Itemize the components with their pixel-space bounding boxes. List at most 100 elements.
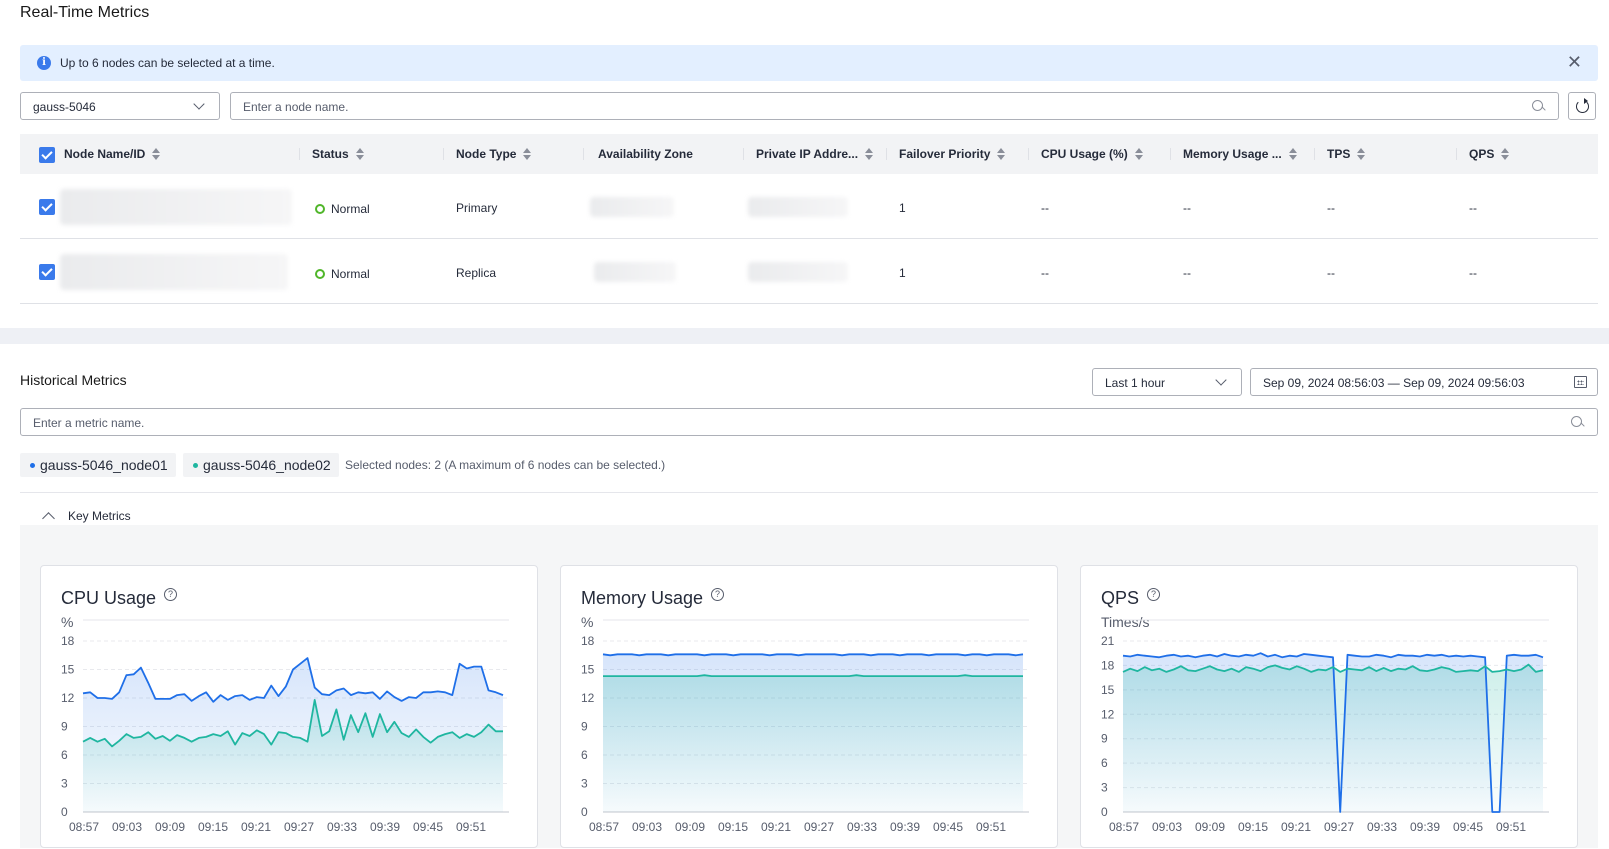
select-all-checkbox[interactable] [39, 147, 55, 163]
x-tick-label: 09:03 [632, 820, 662, 834]
refresh-button[interactable] [1568, 92, 1596, 120]
col-node-name[interactable]: Node Name/ID [64, 147, 161, 161]
chart-card-memory-usage: Memory Usage?% 0 3 6 9 12 15 18 08:57 09:03 09:09 0… [560, 565, 1058, 848]
col-failover-priority[interactable]: Failover Priority [899, 147, 1006, 161]
close-icon[interactable]: ✕ [1567, 53, 1582, 71]
time-range-select[interactable]: Last 1 hour [1092, 368, 1242, 396]
y-tick-label: 18 [1101, 658, 1115, 672]
x-tick-label: 09:15 [718, 820, 748, 834]
metric-search-placeholder: Enter a metric name. [33, 416, 145, 430]
x-tick-label: 08:57 [1109, 820, 1139, 834]
date-range-picker[interactable]: Sep 09, 2024 08:56:03 — Sep 09, 2024 09:… [1250, 368, 1598, 396]
x-tick-label: 09:15 [198, 820, 228, 834]
sort-icon [151, 147, 161, 160]
row-checkbox[interactable] [39, 264, 55, 280]
az-redacted [594, 262, 676, 282]
node-tag[interactable]: gauss-5046_node02 [183, 453, 339, 477]
series-line-gauss-5046_node02[interactable] [603, 674, 1023, 677]
y-tick-label: 3 [1101, 781, 1108, 795]
x-tick-label: 09:03 [112, 820, 142, 834]
table-row: Normal Primary 1 -- -- -- -- [20, 175, 1598, 239]
x-tick-label: 09:45 [413, 820, 443, 834]
y-tick-label: 0 [61, 805, 68, 819]
node-search-input[interactable]: Enter a node name. [230, 92, 1559, 120]
y-tick-label: 6 [1101, 756, 1108, 770]
info-icon: i [37, 56, 51, 70]
qps: -- [1469, 201, 1477, 215]
y-unit-label: % [61, 614, 73, 630]
y-tick-label: 18 [61, 634, 75, 648]
col-memory-usage[interactable]: Memory Usage ... [1183, 147, 1298, 161]
realtime-section: Real-Time Metrics i Up to 6 nodes can be… [0, 0, 1609, 328]
sort-icon [1500, 147, 1510, 160]
y-tick-label: 0 [1101, 805, 1108, 819]
row-checkbox[interactable] [39, 199, 55, 215]
status-ok-icon [315, 204, 325, 214]
col-private-ip[interactable]: Private IP Addre... [756, 147, 874, 161]
node-type: Replica [456, 266, 497, 280]
x-tick-label: 09:09 [675, 820, 705, 834]
chart-svg: % 0 3 6 9 12 15 18 08:57 09:03 09:09 09:15 09:21 09:2… [61, 614, 509, 834]
status-ok-icon [315, 269, 325, 279]
y-tick-label: 3 [61, 777, 68, 791]
memory-usage: -- [1183, 201, 1191, 215]
alert-text: Up to 6 nodes can be selected at a time. [60, 56, 275, 70]
ip-redacted [748, 262, 848, 282]
sort-icon [864, 147, 874, 160]
x-tick-label: 09:21 [1281, 820, 1311, 834]
x-tick-label: 09:09 [1195, 820, 1225, 834]
search-icon[interactable] [1532, 100, 1544, 112]
x-tick-label: 09:39 [1410, 820, 1440, 834]
search-icon[interactable] [1571, 416, 1583, 428]
x-tick-label: 09:51 [1496, 820, 1526, 834]
node-name-redacted [60, 254, 288, 290]
node-tag[interactable]: gauss-5046_node01 [20, 453, 176, 477]
col-tps[interactable]: TPS [1327, 147, 1366, 161]
x-tick-label: 09:03 [1152, 820, 1182, 834]
col-node-type[interactable]: Node Type [456, 147, 532, 161]
divider [20, 492, 1598, 493]
x-tick-label: 09:15 [1238, 820, 1268, 834]
x-tick-label: 09:09 [155, 820, 185, 834]
sort-icon [522, 147, 532, 160]
metric-search-input[interactable]: Enter a metric name. [20, 408, 1598, 436]
sort-icon [355, 147, 365, 160]
info-alert: i Up to 6 nodes can be selected at a tim… [20, 45, 1598, 81]
status-normal: Normal [315, 202, 370, 216]
chevron-down-icon [193, 98, 205, 110]
x-tick-label: 08:57 [69, 820, 99, 834]
x-tick-label: 09:33 [1367, 820, 1397, 834]
x-tick-label: 09:27 [284, 820, 314, 834]
y-tick-label: 9 [581, 720, 588, 734]
col-availability-zone: Availability Zone [598, 147, 693, 161]
chevron-up-icon [42, 512, 55, 525]
status-normal: Normal [315, 267, 370, 281]
series-area-2 [1123, 664, 1543, 812]
x-tick-label: 09:21 [761, 820, 791, 834]
cpu-usage: -- [1041, 201, 1049, 215]
y-tick-label: 15 [61, 663, 75, 677]
calendar-icon[interactable] [1574, 376, 1587, 388]
col-cpu-usage[interactable]: CPU Usage (%) [1041, 147, 1144, 161]
y-tick-label: 9 [61, 720, 68, 734]
sort-icon [1288, 147, 1298, 160]
chart-svg: Times/s 0 3 6 9 12 15 18 21 08:57 09:03 09:09 09:15 0… [1101, 614, 1549, 834]
x-tick-label: 09:33 [327, 820, 357, 834]
time-range-value: Last 1 hour [1105, 376, 1166, 390]
instance-select[interactable]: gauss-5046 [20, 92, 220, 120]
qps: -- [1469, 266, 1477, 280]
x-tick-label: 09:51 [976, 820, 1006, 834]
series-line-gauss-5046_node01[interactable] [602, 653, 1024, 657]
x-tick-label: 09:33 [847, 820, 877, 834]
y-tick-label: 0 [581, 805, 588, 819]
section-divider [0, 328, 1609, 344]
x-tick-label: 09:39 [370, 820, 400, 834]
col-qps[interactable]: QPS [1469, 147, 1510, 161]
cpu-usage: -- [1041, 266, 1049, 280]
tps: -- [1327, 266, 1335, 280]
table-row: Normal Replica 1 -- -- -- -- [20, 240, 1598, 304]
y-tick-label: 12 [581, 691, 595, 705]
node01-bullet [30, 463, 35, 468]
col-status[interactable]: Status [312, 147, 365, 161]
sort-icon [1356, 147, 1366, 160]
